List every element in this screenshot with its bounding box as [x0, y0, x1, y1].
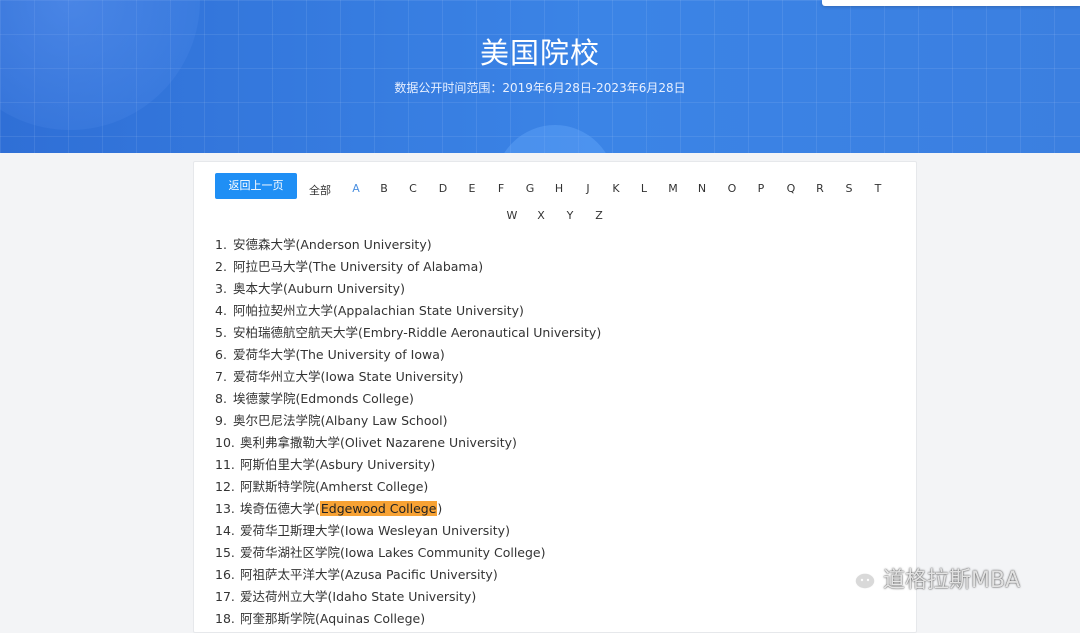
filter-letter-g[interactable]: G: [526, 182, 535, 195]
list-item-name[interactable]: 爱荷华湖社区学院(Iowa Lakes Community College): [240, 545, 546, 560]
list-item-number: 11.: [215, 457, 235, 472]
list-item[interactable]: 8. 埃德蒙学院(Edmonds College): [215, 388, 905, 410]
list-item-name[interactable]: 阿斯伯里大学(Asbury University): [240, 457, 435, 472]
list-item[interactable]: 1. 安德森大学(Anderson University): [215, 234, 905, 256]
list-item-name[interactable]: 奥尔巴尼法学院(Albany Law School): [233, 413, 447, 428]
list-item[interactable]: 4. 阿帕拉契州立大学(Appalachian State University): [215, 300, 905, 322]
list-item-name[interactable]: 埃德蒙学院(Edmonds College): [233, 391, 414, 406]
filter-letter-r[interactable]: R: [816, 182, 824, 195]
list-item-number: 7.: [215, 369, 227, 384]
list-item[interactable]: 3. 奥本大学(Auburn University): [215, 278, 905, 300]
list-item-name[interactable]: 埃奇伍德大学(: [240, 501, 320, 516]
list-item-number: 15.: [215, 545, 235, 560]
filter-letter-h[interactable]: H: [555, 182, 563, 195]
list-item-name[interactable]: 阿祖萨太平洋大学(Azusa Pacific University): [240, 567, 498, 582]
filter-letter-a[interactable]: A: [352, 182, 360, 195]
filter-letter-c[interactable]: C: [409, 182, 417, 195]
filter-letter-y[interactable]: Y: [567, 209, 574, 222]
filter-letter-b[interactable]: B: [380, 182, 388, 195]
list-item-number: 6.: [215, 347, 227, 362]
list-item[interactable]: 10. 奥利弗拿撒勒大学(Olivet Nazarene University): [215, 432, 905, 454]
filter-letter-w[interactable]: W: [507, 209, 518, 222]
filter-letter-m[interactable]: M: [668, 182, 678, 195]
data-date-range: 数据公开时间范围：2019年6月28日-2023年6月28日: [394, 81, 686, 95]
filter-letter-f[interactable]: F: [498, 182, 504, 195]
filter-letter-o[interactable]: O: [728, 182, 737, 195]
watermark: 道格拉斯MBA: [843, 562, 1020, 594]
list-item-number: 10.: [215, 435, 235, 450]
list-item[interactable]: 7. 爱荷华州立大学(Iowa State University): [215, 366, 905, 388]
list-item-number: 16.: [215, 567, 235, 582]
wechat-icon: [844, 565, 876, 590]
filter-letter-s[interactable]: S: [846, 182, 853, 195]
filter-letter-t[interactable]: T: [875, 182, 882, 195]
page-header-banner: 美国院校 数据公开时间范围：2019年6月28日-2023年6月28日: [0, 0, 1080, 153]
list-item-number: 14.: [215, 523, 235, 538]
list-item-name[interactable]: 安德森大学(Anderson University): [233, 237, 432, 252]
filter-letter-q[interactable]: Q: [787, 182, 796, 195]
filter-letter-d[interactable]: D: [439, 182, 447, 195]
filter-letter-n[interactable]: N: [698, 182, 706, 195]
list-item-number: 18.: [215, 611, 235, 626]
list-item-number: 3.: [215, 281, 227, 296]
school-list-card: 返回上一页 全部 A B C D E F G H J K L M N O P Q R S T W X Y Z 1. 安德森大学…: [193, 161, 917, 633]
list-item-name-suffix: ): [437, 501, 443, 516]
search-highlight: Edgewood College: [319, 501, 438, 516]
list-item[interactable]: 6. 爱荷华大学(The University of Iowa): [215, 344, 905, 366]
list-item-name[interactable]: 阿帕拉契州立大学(Appalachian State University): [233, 303, 524, 318]
filter-letter-e[interactable]: E: [469, 182, 476, 195]
list-item-name[interactable]: 奥本大学(Auburn University): [233, 281, 405, 296]
list-item-name[interactable]: 爱荷华州立大学(Iowa State University): [233, 369, 464, 384]
list-item-number: 2.: [215, 259, 227, 274]
filter-letter-k[interactable]: K: [612, 182, 619, 195]
list-item[interactable]: 11. 阿斯伯里大学(Asbury University): [215, 454, 905, 476]
list-item-number: 12.: [215, 479, 235, 494]
list-item-name[interactable]: 阿默斯特学院(Amherst College): [240, 479, 428, 494]
page-title: 美国院校: [479, 36, 600, 70]
list-item-number: 4.: [215, 303, 227, 318]
filter-letter-p[interactable]: P: [758, 182, 765, 195]
watermark-text: 道格拉斯MBA: [883, 568, 1021, 593]
back-button[interactable]: 返回上一页: [215, 173, 297, 199]
list-item[interactable]: 15. 爱荷华湖社区学院(Iowa Lakes Community College…: [215, 542, 905, 564]
list-item[interactable]: 17. 爱达荷州立大学(Idaho State University): [215, 586, 905, 608]
list-item[interactable]: 2. 阿拉巴马大学(The University of Alabama): [215, 256, 905, 278]
list-item-name[interactable]: 阿奎那斯学院(Aquinas College): [240, 611, 425, 626]
list-item-number: 13.: [215, 501, 235, 516]
list-item[interactable]: 16. 阿祖萨太平洋大学(Azusa Pacific University): [215, 564, 905, 586]
list-item[interactable]: 13. 埃奇伍德大学(Edgewood College): [215, 498, 905, 520]
top-search-bar-edge[interactable]: [822, 0, 1080, 6]
list-item-number: 8.: [215, 391, 227, 406]
filter-letter-x[interactable]: X: [537, 209, 545, 222]
list-item-name[interactable]: 安柏瑞德航空航天大学(Embry-Riddle Aeronautical Uni…: [233, 325, 601, 340]
filter-all[interactable]: 全部: [309, 182, 331, 198]
list-item-name[interactable]: 爱荷华卫斯理大学(Iowa Wesleyan University): [240, 523, 510, 538]
list-item-name[interactable]: 爱荷华大学(The University of Iowa): [233, 347, 445, 362]
list-item[interactable]: 9. 奥尔巴尼法学院(Albany Law School): [215, 410, 905, 432]
filter-letter-z[interactable]: Z: [595, 209, 603, 222]
list-item-name[interactable]: 爱达荷州立大学(Idaho State University): [240, 589, 476, 604]
list-item[interactable]: 5. 安柏瑞德航空航天大学(Embry-Riddle Aeronautical U…: [215, 322, 905, 344]
school-list: 1. 安德森大学(Anderson University) 2. 阿拉巴马大学(The…: [215, 234, 905, 630]
list-item-number: 17.: [215, 589, 235, 604]
filter-letter-j[interactable]: J: [586, 182, 589, 195]
list-item-name[interactable]: 奥利弗拿撒勒大学(Olivet Nazarene University): [240, 435, 517, 450]
list-item-name[interactable]: 阿拉巴马大学(The University of Alabama): [233, 259, 483, 274]
list-item-number: 5.: [215, 325, 227, 340]
list-item[interactable]: 12. 阿默斯特学院(Amherst College): [215, 476, 905, 498]
list-item-number: 1.: [215, 237, 227, 252]
filter-letter-l[interactable]: L: [641, 182, 647, 195]
list-item-number: 9.: [215, 413, 227, 428]
list-item[interactable]: 18. 阿奎那斯学院(Aquinas College): [215, 608, 905, 630]
list-item[interactable]: 14. 爱荷华卫斯理大学(Iowa Wesleyan University): [215, 520, 905, 542]
